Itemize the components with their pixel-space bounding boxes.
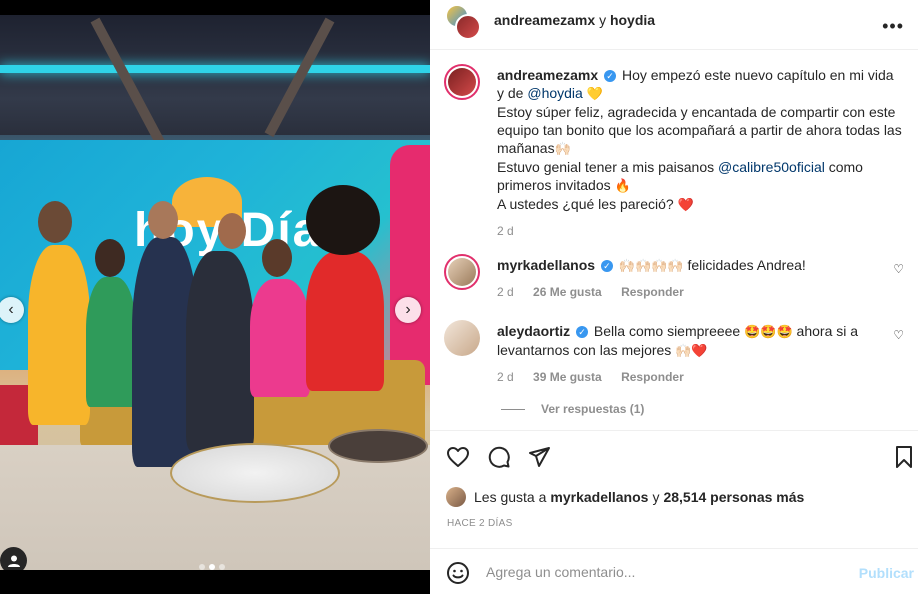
person-tag-icon bbox=[7, 555, 20, 567]
comment-username[interactable]: aleydaortiz bbox=[497, 323, 570, 339]
view-replies-label: Ver respuestas (1) bbox=[541, 402, 645, 416]
comment-meta: 2 d 26 Me gusta Responder bbox=[497, 283, 877, 301]
neon-light bbox=[0, 65, 430, 73]
carousel-dot-active bbox=[209, 564, 215, 570]
likes-avatar[interactable] bbox=[446, 487, 466, 507]
comment-likes[interactable]: 26 Me gusta bbox=[533, 285, 602, 299]
avatar bbox=[448, 68, 476, 96]
caption-meta: 2 d bbox=[497, 222, 902, 240]
person-head bbox=[218, 213, 246, 249]
comment-body: myrkadellanos ✓ 🙌🏻🙌🏻🙌🏻🙌🏻 felicidades And… bbox=[497, 256, 877, 301]
heart-outline-icon: ♡ bbox=[893, 262, 904, 276]
caption-emoji-hands: 🙌🏻 bbox=[554, 141, 571, 156]
comment-avatar[interactable] bbox=[444, 254, 480, 290]
person-pink-suit bbox=[250, 279, 310, 397]
caption-avatar[interactable] bbox=[444, 64, 480, 100]
person-green-dress bbox=[86, 277, 136, 407]
avatar-andreamezamx bbox=[455, 14, 481, 40]
coffee-table bbox=[170, 443, 340, 503]
studio-ceiling bbox=[0, 15, 430, 135]
chevron-left-icon: ‹ bbox=[8, 301, 14, 318]
comment-avatar[interactable] bbox=[444, 320, 480, 356]
bookmark-icon[interactable] bbox=[892, 445, 916, 469]
comment-emoji: 🙌🏻🙌🏻🙌🏻🙌🏻 bbox=[618, 258, 684, 273]
comment-input[interactable] bbox=[486, 560, 846, 584]
caption-emoji-fire: 🔥 bbox=[614, 178, 631, 193]
comment-emoji-hands-heart: 🙌🏻❤️ bbox=[675, 343, 708, 358]
verified-badge-icon: ✓ bbox=[604, 70, 617, 83]
header-username-secondary[interactable]: hoydia bbox=[610, 12, 655, 28]
header-usernames: andreamezamx y hoydia bbox=[494, 12, 655, 28]
comment-reply-button[interactable]: Responder bbox=[621, 370, 684, 384]
post-photo[interactable]: hoy Día ‹ › bbox=[0, 15, 430, 570]
person-head bbox=[148, 201, 178, 239]
header-username-primary[interactable]: andreamezamx bbox=[494, 12, 595, 28]
likes-user[interactable]: myrkadellanos bbox=[550, 489, 648, 505]
caption-username[interactable]: andreamezamx bbox=[497, 67, 598, 83]
person-head-afro bbox=[306, 185, 380, 255]
likes-count[interactable]: 28,514 personas más bbox=[663, 489, 804, 505]
comment-icon[interactable] bbox=[487, 445, 511, 469]
carousel-dot bbox=[199, 564, 205, 570]
post-actions: Les gusta a myrkadellanos y 28,514 perso… bbox=[430, 430, 918, 540]
more-options-button[interactable]: ••• bbox=[882, 16, 904, 37]
send-icon[interactable] bbox=[527, 445, 551, 469]
carousel-dot bbox=[219, 564, 225, 570]
post-timestamp[interactable]: HACE 2 DÍAS bbox=[447, 518, 513, 529]
side-table bbox=[328, 429, 428, 463]
post-comment-button[interactable]: Publicar bbox=[859, 565, 914, 581]
caption-mention-hoydia[interactable]: @hoydia bbox=[527, 85, 582, 101]
person-dark-suit bbox=[186, 251, 254, 451]
chevron-right-icon: › bbox=[405, 301, 411, 318]
post-details-panel: andreamezamx y hoydia ••• andreamezamx ✓… bbox=[430, 0, 918, 594]
avatar bbox=[448, 258, 476, 286]
caption-line3: Estuvo genial tener a mis paisanos bbox=[497, 159, 719, 175]
comment-like-button[interactable]: ♡ bbox=[893, 262, 904, 276]
comment-meta: 2 d 39 Me gusta Responder bbox=[497, 368, 877, 386]
caption-body: andreamezamx ✓ Hoy empezó este nuevo cap… bbox=[497, 66, 902, 240]
comment-reply-button[interactable]: Responder bbox=[621, 285, 684, 299]
replies-divider bbox=[501, 408, 525, 410]
post-header: andreamezamx y hoydia ••• bbox=[430, 0, 918, 50]
comment-emoji-starstruck: 🤩🤩🤩 bbox=[744, 324, 793, 339]
person-head bbox=[38, 201, 72, 243]
caption-emoji-heart-red: ❤️ bbox=[677, 197, 694, 212]
header-connector: y bbox=[599, 12, 607, 28]
caption-time[interactable]: 2 d bbox=[497, 224, 514, 238]
comment-time[interactable]: 2 d bbox=[497, 285, 514, 299]
comments-section: andreamezamx ✓ Hoy empezó este nuevo cap… bbox=[430, 58, 918, 428]
set-pink-panel bbox=[390, 145, 430, 385]
likes-summary: Les gusta a myrkadellanos y 28,514 perso… bbox=[446, 487, 804, 507]
carousel-next-button[interactable]: › bbox=[395, 297, 421, 323]
carousel-indicator bbox=[199, 564, 225, 570]
comment-username[interactable]: myrkadellanos bbox=[497, 257, 595, 273]
collab-avatars[interactable] bbox=[445, 4, 481, 40]
post-media-pane: hoy Día ‹ › bbox=[0, 0, 430, 594]
person-head bbox=[95, 239, 125, 277]
likes-middle: y bbox=[652, 489, 660, 505]
caption-mention-calibre[interactable]: @calibre50oficial bbox=[718, 159, 825, 175]
verified-badge-icon: ✓ bbox=[576, 326, 589, 339]
view-replies-button[interactable]: Ver respuestas (1) bbox=[501, 402, 644, 416]
comment-like-button[interactable]: ♡ bbox=[893, 328, 904, 342]
comment-time[interactable]: 2 d bbox=[497, 370, 514, 384]
person-yellow-dress bbox=[28, 245, 90, 425]
heart-icon[interactable] bbox=[446, 445, 470, 469]
heart-outline-icon: ♡ bbox=[893, 328, 904, 342]
comment-text-before: Bella como siempreeee bbox=[593, 323, 745, 339]
caption-emoji-heart: 💛 bbox=[586, 86, 603, 101]
comment-likes[interactable]: 39 Me gusta bbox=[533, 370, 602, 384]
more-horizontal-icon: ••• bbox=[882, 16, 904, 36]
smiley-icon[interactable] bbox=[446, 561, 470, 585]
tagged-users-button[interactable] bbox=[0, 547, 27, 570]
person-red-dress bbox=[306, 251, 384, 391]
add-comment-bar: Publicar bbox=[430, 548, 918, 594]
comment-text: felicidades Andrea! bbox=[683, 257, 806, 273]
person-head bbox=[262, 239, 292, 277]
verified-badge-icon: ✓ bbox=[600, 260, 613, 273]
likes-prefix: Les gusta a bbox=[474, 489, 547, 505]
caption-line4: A ustedes ¿qué les pareció? bbox=[497, 196, 678, 212]
comment-body: aleydaortiz ✓ Bella como siempreeee 🤩🤩🤩 … bbox=[497, 322, 877, 386]
